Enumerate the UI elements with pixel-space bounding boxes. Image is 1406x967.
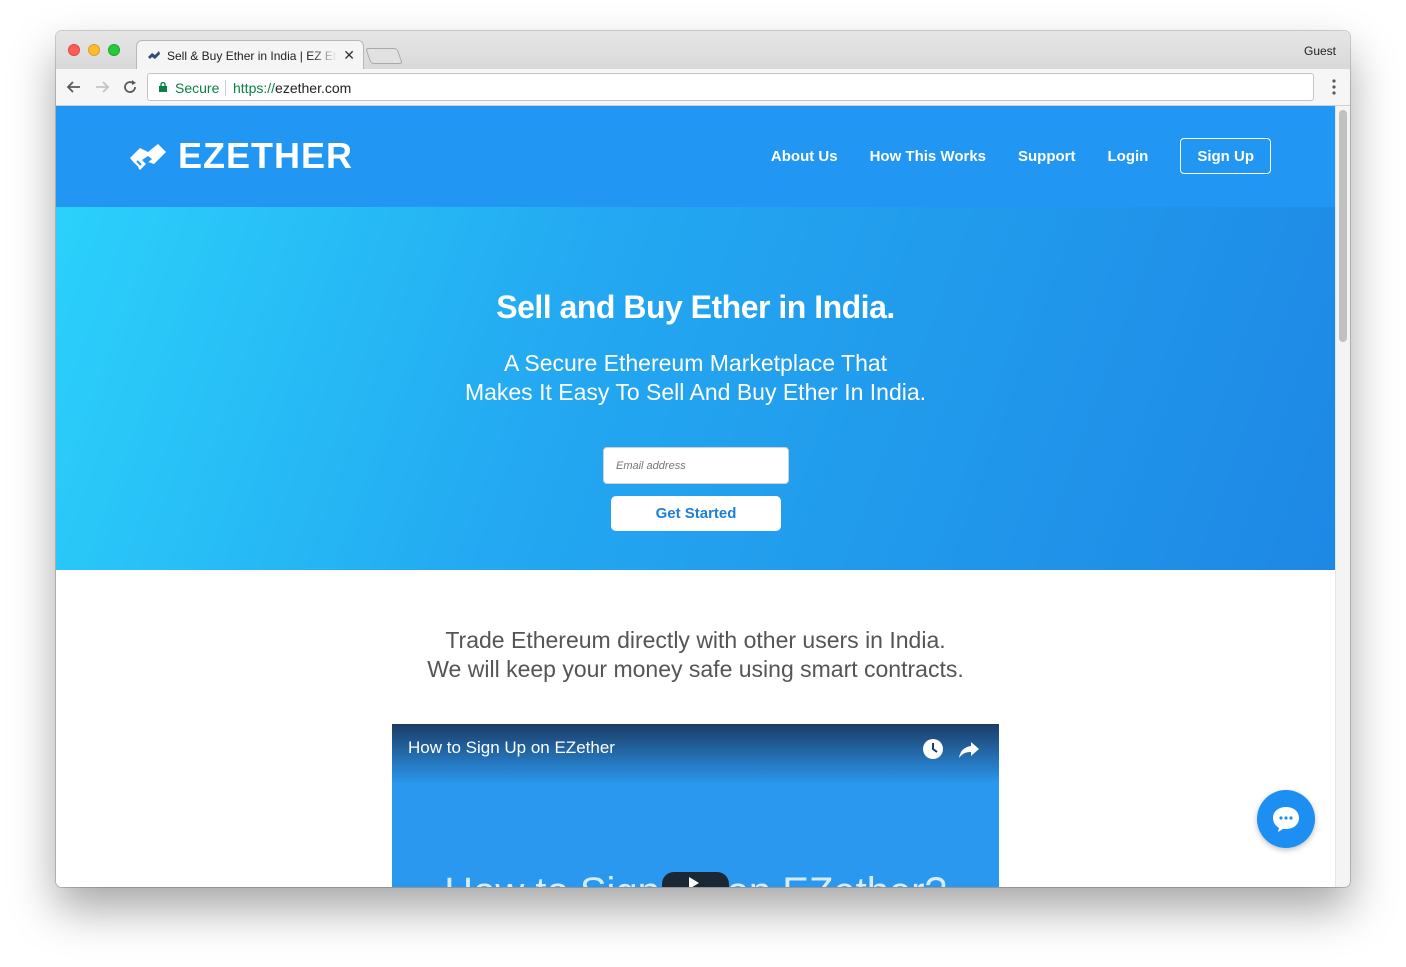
nav-about-link[interactable]: About Us	[771, 148, 838, 165]
secure-label: Secure	[175, 80, 220, 96]
watch-later-icon[interactable]	[922, 738, 944, 760]
play-icon	[689, 877, 699, 887]
forward-arrow-icon[interactable]	[92, 77, 112, 97]
hero-title: Sell and Buy Ether in India.	[496, 289, 895, 325]
site-header: EZETHER About Us How This Works Support …	[56, 106, 1335, 207]
page-scrollbar[interactable]	[1335, 106, 1350, 887]
reload-icon[interactable]	[120, 77, 140, 97]
chat-icon	[1273, 807, 1299, 832]
url-host: ezether.com	[275, 80, 352, 96]
menu-dots-icon[interactable]	[1332, 77, 1336, 97]
url-scheme: https://	[233, 80, 276, 96]
back-arrow-icon[interactable]	[64, 77, 84, 97]
tab-title: Sell & Buy Ether in India | EZ Ether	[167, 49, 337, 63]
nav-support-link[interactable]: Support	[1018, 148, 1076, 165]
profile-label[interactable]: Guest	[1304, 44, 1336, 58]
video-embed[interactable]: How to Sign up on EZether? How to Sign U…	[392, 724, 999, 887]
email-input[interactable]	[603, 447, 789, 484]
new-tab-button[interactable]	[365, 48, 403, 64]
close-window-button[interactable]	[68, 44, 80, 56]
address-bar[interactable]: Secure https://ezether.com	[147, 73, 1314, 101]
logo-text: EZETHER	[178, 135, 354, 176]
hero-section: Sell and Buy Ether in India. A Secure Et…	[56, 207, 1335, 570]
intro-line-1: Trade Ethereum directly with other users…	[445, 627, 946, 653]
tab-bar: Sell & Buy Ether in India | EZ Ether ✕ G…	[56, 31, 1350, 70]
lock-icon	[159, 82, 167, 92]
video-title[interactable]: How to Sign Up on EZether	[408, 738, 615, 758]
hero-subtitle-line-2: Makes It Easy To Sell And Buy Ether In I…	[464, 379, 927, 405]
minimize-window-button[interactable]	[88, 44, 100, 56]
zoom-window-button[interactable]	[108, 44, 120, 56]
url-text: https://ezether.com	[233, 80, 351, 96]
intro-text: Trade Ethereum directly with other users…	[56, 626, 1335, 684]
share-icon[interactable]	[958, 738, 980, 760]
browser-toolbar: Secure https://ezether.com	[56, 69, 1350, 106]
hero-subtitle-line-1: A Secure Ethereum Marketplace That	[503, 350, 888, 376]
hero-subtitle: A Secure Ethereum Marketplace That Makes…	[56, 349, 1335, 407]
browser-tab-active[interactable]: Sell & Buy Ether in India | EZ Ether ✕	[136, 40, 364, 70]
chat-widget-button[interactable]	[1257, 790, 1315, 848]
intro-line-2: We will keep your money safe using smart…	[427, 656, 964, 682]
logo-handshake-icon	[130, 144, 166, 170]
page-viewport: EZETHER About Us How This Works Support …	[56, 106, 1335, 887]
browser-window: Sell & Buy Ether in India | EZ Ether ✕ G…	[56, 31, 1350, 887]
main-nav: About Us How This Works Support Login Si…	[739, 137, 1271, 175]
nav-login-link[interactable]: Login	[1108, 148, 1149, 165]
scrollbar-thumb[interactable]	[1339, 110, 1347, 342]
nav-how-it-works-link[interactable]: How This Works	[870, 148, 986, 165]
tab-close-icon[interactable]: ✕	[343, 47, 355, 63]
tab-favicon-icon	[148, 51, 160, 59]
get-started-button[interactable]: Get Started	[611, 496, 781, 531]
play-button[interactable]	[662, 872, 729, 887]
sign-up-button[interactable]: Sign Up	[1180, 138, 1271, 174]
omnibox-divider	[225, 80, 226, 96]
